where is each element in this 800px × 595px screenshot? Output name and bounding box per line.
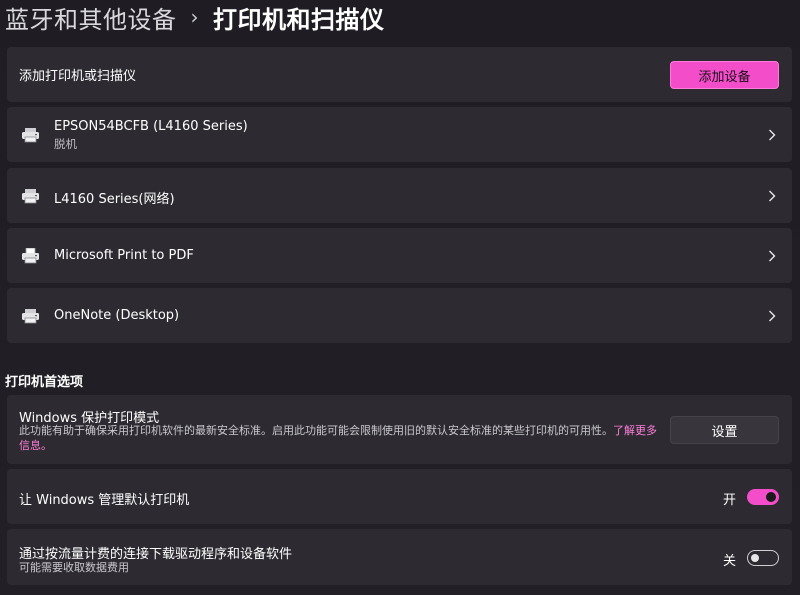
breadcrumb-parent[interactable]: 蓝牙和其他设备: [5, 0, 177, 35]
printer-icon: [22, 308, 39, 323]
printer-item-l4160-network[interactable]: L4160 Series(网络): [7, 168, 792, 223]
protected-print-mode-desc-text: 此功能有助于确保采用打印机软件的最新安全标准。启用此功能可能会限制使用旧的默认安…: [19, 424, 613, 437]
printer-status: 脱机: [54, 137, 77, 151]
breadcrumb: 蓝牙和其他设备 › 打印机和扫描仪: [5, 0, 385, 34]
printer-icon: [22, 127, 39, 142]
printer-item-onenote[interactable]: OneNote (Desktop): [7, 288, 792, 343]
printer-preferences-heading: 打印机首选项: [5, 375, 84, 390]
printer-name: Microsoft Print to PDF: [54, 248, 194, 263]
toggle-knob: [751, 553, 759, 562]
protected-print-mode-row: Windows 保护打印模式 此功能有助于确保采用打印机软件的最新安全标准。启用…: [7, 395, 792, 464]
toggle-knob: [766, 492, 776, 502]
chevron-right-icon: [769, 310, 776, 321]
settings-button[interactable]: 设置: [670, 416, 779, 444]
printer-name: L4160 Series(网络): [54, 192, 175, 207]
chevron-right-icon: [769, 129, 776, 140]
printer-item-microsoft-print-to-pdf[interactable]: Microsoft Print to PDF: [7, 228, 792, 283]
manage-default-printer-toggle[interactable]: [747, 489, 779, 505]
metered-download-description: 可能需要收取数据费用: [19, 561, 129, 574]
manage-default-printer-title: 让 Windows 管理默认打印机: [19, 493, 190, 508]
chevron-right-icon: [769, 190, 776, 201]
pdf-printer-icon: [22, 247, 39, 263]
chevron-right-icon: [769, 250, 776, 261]
metered-download-toggle[interactable]: [747, 550, 779, 566]
toggle-state-label: 开: [722, 493, 736, 508]
toggle-state-label: 关: [722, 554, 736, 569]
add-printer-row: 添加打印机或扫描仪 添加设备: [7, 47, 792, 102]
printer-name: EPSON54BCFB (L4160 Series): [54, 119, 248, 134]
manage-default-printer-row: 让 Windows 管理默认打印机 开: [7, 469, 792, 524]
settings-page: 蓝牙和其他设备 › 打印机和扫描仪 添加打印机或扫描仪 添加设备 EPSON54…: [0, 0, 800, 595]
add-device-button[interactable]: 添加设备: [670, 61, 779, 89]
breadcrumb-separator-icon: ›: [190, 5, 199, 29]
page-title: 打印机和扫描仪: [213, 5, 385, 34]
printer-icon: [22, 188, 39, 203]
printer-item-epson[interactable]: EPSON54BCFB (L4160 Series) 脱机: [7, 107, 792, 162]
metered-download-row: 通过按流量计费的连接下载驱动程序和设备软件 可能需要收取数据费用 关: [7, 529, 792, 585]
add-printer-label: 添加打印机或扫描仪: [19, 69, 137, 84]
printer-name: OneNote (Desktop): [54, 308, 180, 323]
protected-print-mode-description: 此功能有助于确保采用打印机软件的最新安全标准。启用此功能可能会限制使用旧的默认安…: [19, 423, 659, 453]
